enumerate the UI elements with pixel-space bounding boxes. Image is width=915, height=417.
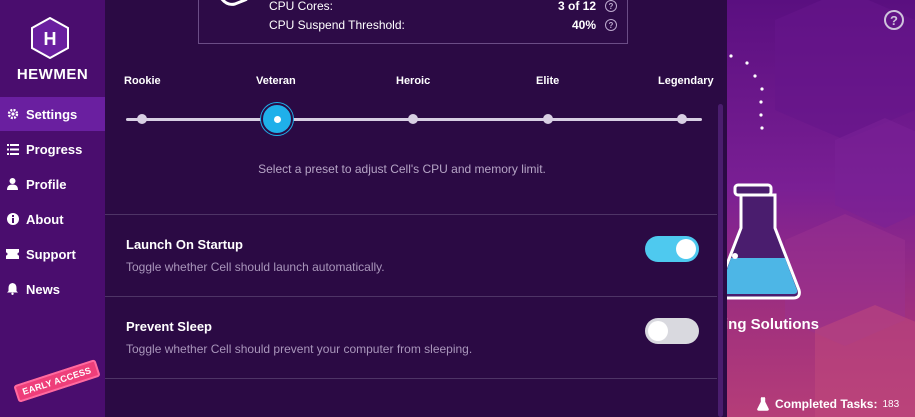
preset-label-rookie[interactable]: Rookie [124, 75, 161, 87]
prevent-sleep-toggle[interactable] [645, 318, 699, 344]
preset-tick-legendary[interactable] [677, 114, 687, 124]
preset-tick-heroic[interactable] [408, 114, 418, 124]
launch-on-startup-description: Toggle whether Cell should launch automa… [126, 260, 385, 274]
completed-tasks: Completed Tasks: 183 [757, 397, 899, 411]
completed-tasks-label: Completed Tasks: [775, 397, 878, 411]
sidebar-item-profile[interactable]: Profile [0, 167, 105, 201]
toggle-knob [676, 239, 696, 259]
flask-small-icon [757, 397, 769, 411]
hand-icon [220, 0, 248, 6]
cpu-info-box: CPU Cores: 3 of 12 ? CPU Suspend Thresho… [198, 0, 628, 44]
prevent-sleep-title: Prevent Sleep [126, 319, 212, 334]
gear-icon [6, 108, 19, 121]
sidebar-item-label: Profile [26, 176, 67, 192]
background-art [715, 0, 915, 417]
info-icon [6, 213, 19, 226]
flask-icon [715, 183, 801, 300]
bell-icon [6, 283, 19, 296]
launch-on-startup-toggle[interactable] [645, 236, 699, 262]
logo-letter: H [44, 29, 57, 49]
preset-label-heroic[interactable]: Heroic [396, 75, 430, 87]
preset-label-elite[interactable]: Elite [536, 75, 559, 87]
prevent-sleep-description: Toggle whether Cell should prevent your … [126, 342, 473, 356]
sidebar-item-label: Settings [26, 106, 78, 122]
launch-on-startup-title: Launch On Startup [126, 237, 243, 252]
scrollbar[interactable] [718, 104, 723, 417]
user-icon [6, 178, 19, 191]
preset-description: Select a preset to adjust Cell's CPU and… [258, 162, 546, 176]
solutions-heading: ing Solutions [724, 316, 819, 333]
cpu-threshold-value: 40% [571, 18, 596, 32]
toggle-knob [648, 321, 668, 341]
sidebar-item-settings[interactable]: Settings [0, 97, 105, 131]
completed-tasks-value: 183 [882, 398, 900, 410]
hewmen-logo-icon: H [31, 17, 69, 59]
sidebar-item-progress[interactable]: Progress [0, 132, 105, 166]
list-icon [6, 143, 19, 156]
sidebar: H HEWMEN Settings Progress Profile About… [0, 0, 105, 417]
cpu-threshold-label: CPU Suspend Threshold: [269, 18, 405, 32]
help-icon[interactable]: ? [605, 19, 617, 31]
divider [105, 296, 717, 297]
preset-slider-handle[interactable] [261, 103, 293, 135]
sidebar-item-label: News [26, 281, 60, 297]
sidebar-item-label: Progress [26, 141, 83, 157]
sidebar-item-support[interactable]: Support [0, 237, 105, 271]
cpu-cores-value: 3 of 12 [557, 0, 596, 13]
early-access-badge: EARLY ACCESS [13, 359, 101, 403]
preset-tick-rookie[interactable] [137, 114, 147, 124]
preset-label-veteran[interactable]: Veteran [256, 75, 296, 87]
help-icon[interactable]: ? [884, 10, 904, 30]
cpu-threshold-row: CPU Suspend Threshold: 40% ? [269, 17, 617, 33]
help-icon[interactable]: ? [605, 0, 617, 12]
preset-tick-elite[interactable] [543, 114, 553, 124]
sidebar-item-label: Support [26, 246, 76, 262]
divider [105, 378, 717, 379]
cpu-cores-label: CPU Cores: [269, 0, 334, 13]
sidebar-item-label: About [26, 211, 64, 227]
settings-panel: CPU Cores: 3 of 12 ? CPU Suspend Thresho… [105, 0, 727, 417]
cpu-cores-row: CPU Cores: 3 of 12 ? [269, 0, 617, 14]
ticket-icon [6, 248, 19, 261]
preset-label-legendary[interactable]: Legendary [658, 75, 714, 87]
sidebar-item-news[interactable]: News [0, 272, 105, 306]
divider [105, 214, 717, 215]
sidebar-item-about[interactable]: About [0, 202, 105, 236]
brand-name: HEWMEN [16, 66, 89, 83]
bubbles-decoration [729, 54, 764, 130]
